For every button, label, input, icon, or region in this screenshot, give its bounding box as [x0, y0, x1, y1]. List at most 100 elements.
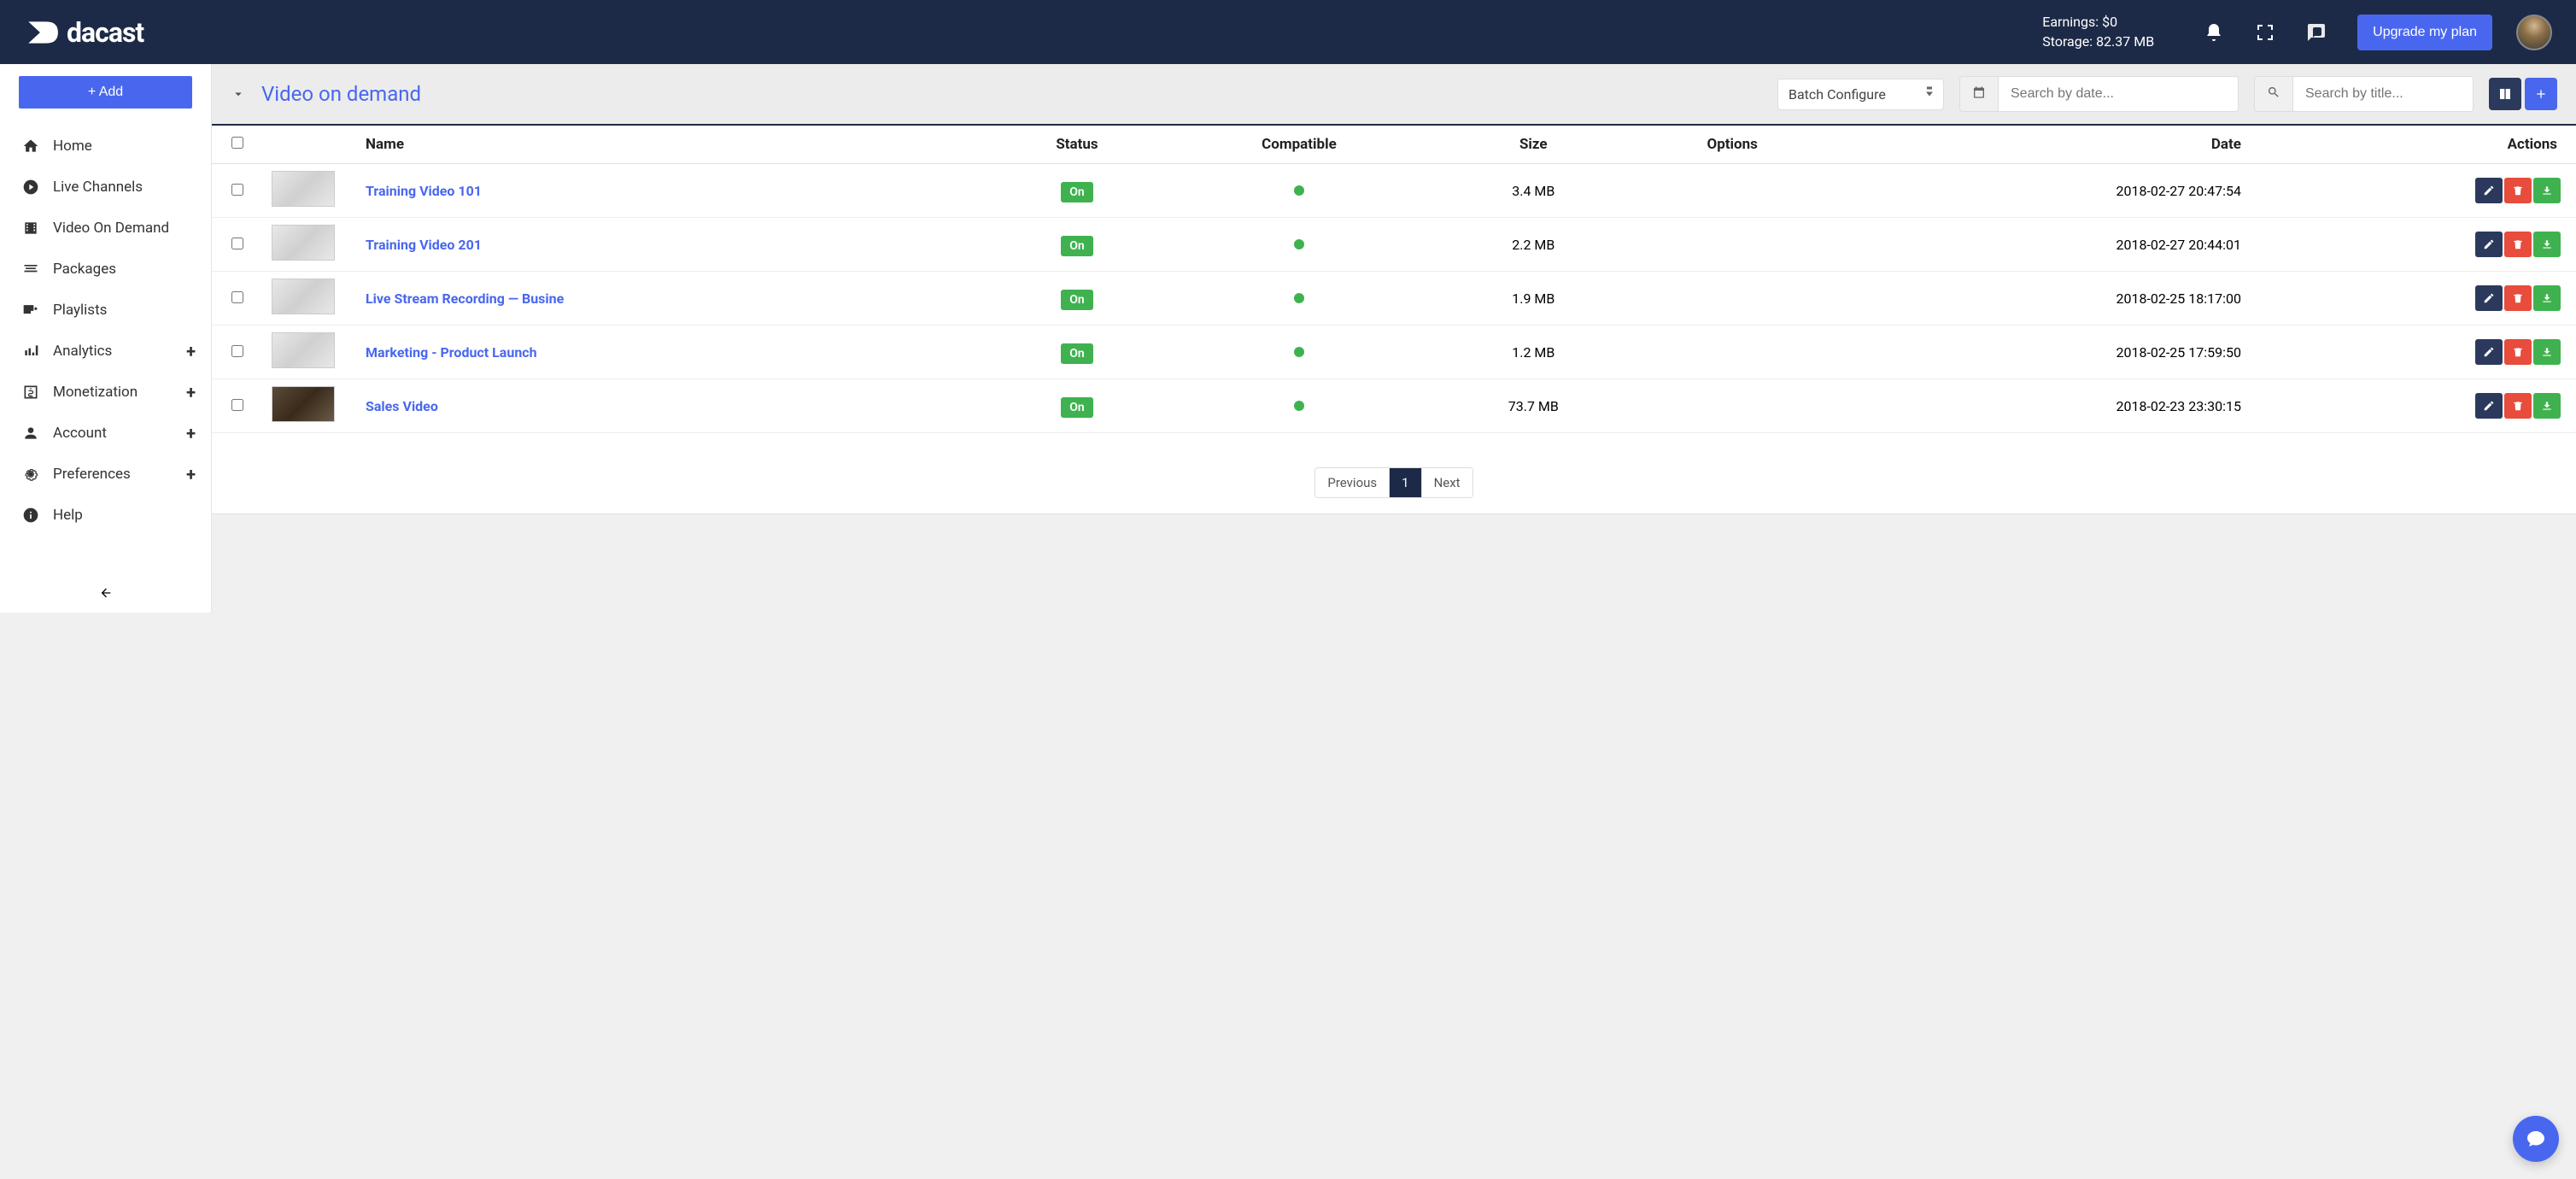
edit-button[interactable] — [2475, 339, 2503, 365]
row-checkbox[interactable] — [231, 238, 243, 249]
logo[interactable]: dacast — [24, 15, 143, 50]
chat-icon[interactable] — [2306, 22, 2327, 43]
video-thumbnail[interactable] — [272, 171, 335, 207]
batch-configure-select[interactable]: Batch Configure — [1777, 79, 1944, 110]
add-video-button[interactable] — [2525, 78, 2557, 110]
table-row: Training Video 201On2.2 MB2018-02-27 20:… — [212, 218, 2576, 272]
download-button[interactable] — [2533, 285, 2561, 311]
nav-label: Playlists — [53, 302, 107, 319]
date-text: 2018-02-23 23:30:15 — [1832, 379, 2250, 433]
download-button[interactable] — [2533, 393, 2561, 419]
upgrade-button[interactable]: Upgrade my plan — [2357, 15, 2492, 50]
date-text: 2018-02-27 20:47:54 — [1832, 164, 2250, 218]
delete-button[interactable] — [2504, 232, 2532, 257]
download-button[interactable] — [2533, 178, 2561, 203]
video-name-link[interactable]: Marketing - Product Launch — [366, 344, 537, 361]
video-thumbnail[interactable] — [272, 332, 335, 368]
edit-button[interactable] — [2475, 393, 2503, 419]
options-cell — [1633, 218, 1832, 272]
edit-button[interactable] — [2475, 232, 2503, 257]
options-cell — [1633, 164, 1832, 218]
col-actions: Actions — [2250, 126, 2576, 164]
search-date-input[interactable] — [1999, 78, 2238, 110]
table-row: Sales VideoOn73.7 MB2018-02-23 23:30:15 — [212, 379, 2576, 433]
col-compatible: Compatible — [1164, 126, 1434, 164]
nav: Home Live Channels Video On Demand Packages… — [0, 117, 211, 575]
delete-button[interactable] — [2504, 393, 2532, 419]
search-title-group — [2254, 76, 2474, 112]
download-button[interactable] — [2533, 232, 2561, 257]
edit-button[interactable] — [2475, 178, 2503, 203]
earnings-text: Earnings: $0 — [2042, 13, 2154, 32]
edit-button[interactable] — [2475, 285, 2503, 311]
nav-label: Preferences — [53, 466, 131, 483]
page-current[interactable]: 1 — [1390, 468, 1421, 497]
col-name: Name — [357, 126, 990, 164]
video-name-link[interactable]: Live Stream Recording — Busine — [366, 290, 564, 307]
sidebar-item-analytics[interactable]: Analytics+ — [0, 331, 211, 372]
sidebar-item-packages[interactable]: Packages — [0, 249, 211, 290]
video-thumbnail[interactable] — [272, 225, 335, 261]
bell-icon[interactable] — [2204, 22, 2224, 43]
select-all-checkbox[interactable] — [231, 137, 243, 149]
add-button[interactable]: + Add — [19, 76, 192, 109]
home-icon — [22, 138, 39, 155]
film-icon — [22, 220, 39, 237]
video-table: Name Status Compatible Size Options Date… — [212, 126, 2576, 433]
search-icon[interactable] — [2255, 77, 2293, 111]
search-title-input[interactable] — [2293, 78, 2473, 110]
download-button[interactable] — [2533, 339, 2561, 365]
package-icon — [22, 261, 39, 278]
video-thumbnail[interactable] — [272, 386, 335, 422]
nav-label: Video On Demand — [53, 220, 169, 237]
video-name-link[interactable]: Training Video 201 — [366, 237, 482, 253]
expand-icon: + — [186, 341, 196, 361]
chevron-down-icon[interactable] — [231, 86, 246, 102]
person-icon — [22, 425, 39, 442]
page-title: Video on demand — [261, 82, 421, 106]
expand-icon: + — [186, 423, 196, 443]
sidebar-item-playlists[interactable]: Playlists — [0, 290, 211, 331]
delete-button[interactable] — [2504, 178, 2532, 203]
delete-button[interactable] — [2504, 339, 2532, 365]
fullscreen-icon[interactable] — [2255, 22, 2275, 43]
row-checkbox[interactable] — [231, 184, 243, 196]
compatible-indicator — [1294, 293, 1304, 303]
options-cell — [1633, 272, 1832, 326]
nav-label: Help — [53, 507, 83, 524]
page-prev[interactable]: Previous — [1315, 468, 1390, 497]
col-options: Options — [1633, 126, 1832, 164]
sidebar-item-help[interactable]: Help — [0, 495, 211, 536]
sidebar-item-preferences[interactable]: Preferences+ — [0, 454, 211, 495]
sidebar-item-home[interactable]: Home — [0, 126, 211, 167]
calendar-icon[interactable] — [1960, 77, 1999, 111]
sidebar-item-live-channels[interactable]: Live Channels — [0, 167, 211, 208]
col-date: Date — [1832, 126, 2250, 164]
page-next[interactable]: Next — [1422, 468, 1472, 497]
nav-label: Home — [53, 138, 92, 155]
video-name-link[interactable]: Training Video 101 — [366, 183, 482, 199]
pagination: Previous 1 Next — [212, 433, 2576, 514]
sidebar-item-monetization[interactable]: Monetization+ — [0, 372, 211, 413]
options-cell — [1633, 379, 1832, 433]
sidebar-item-account[interactable]: Account+ — [0, 413, 211, 454]
logo-icon — [24, 15, 60, 50]
video-name-link[interactable]: Sales Video — [366, 398, 438, 414]
table-row: Marketing - Product LaunchOn1.2 MB2018-0… — [212, 326, 2576, 379]
row-checkbox[interactable] — [231, 291, 243, 303]
table-row: Training Video 101On3.4 MB2018-02-27 20:… — [212, 164, 2576, 218]
video-thumbnail[interactable] — [272, 279, 335, 314]
collapse-sidebar[interactable] — [0, 575, 211, 613]
account-stats: Earnings: $0 Storage: 82.37 MB — [2042, 13, 2154, 51]
avatar[interactable] — [2516, 15, 2552, 50]
size-text: 1.9 MB — [1434, 272, 1632, 326]
row-checkbox[interactable] — [231, 345, 243, 357]
status-badge: On — [1061, 397, 1092, 418]
date-text: 2018-02-25 17:59:50 — [1832, 326, 2250, 379]
columns-button[interactable] — [2489, 78, 2521, 110]
support-chat-button[interactable] — [2513, 1116, 2559, 1162]
delete-button[interactable] — [2504, 285, 2532, 311]
nav-label: Packages — [53, 261, 116, 278]
row-checkbox[interactable] — [231, 399, 243, 411]
sidebar-item-video-on-demand[interactable]: Video On Demand — [0, 208, 211, 249]
